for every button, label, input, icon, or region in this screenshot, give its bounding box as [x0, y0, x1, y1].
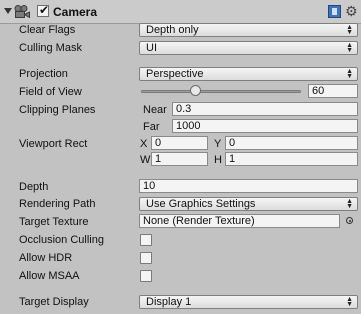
clear-flags-label: Clear Flags	[19, 24, 76, 36]
field-of-view-input[interactable]: 60	[308, 84, 358, 98]
target-icon[interactable]	[346, 217, 353, 224]
near-label: Near	[143, 104, 167, 116]
culling-mask-dropdown[interactable]: UI ▲ ▼	[139, 41, 358, 55]
viewport-rect-label: Viewport Rect	[19, 138, 88, 150]
field-of-view-slider-thumb[interactable]	[190, 85, 202, 96]
clear-flags-dropdown[interactable]: Depth only ▲ ▼	[139, 23, 358, 37]
culling-mask-value: UI	[146, 42, 157, 54]
field-of-view-slider-track[interactable]	[141, 90, 301, 93]
far-clip-value: 1000	[176, 120, 201, 132]
target-display-value: Display 1	[146, 296, 192, 308]
field-of-view-label: Field of View	[19, 86, 82, 98]
viewport-x-value: 0	[155, 137, 162, 149]
viewport-h-label: H	[214, 154, 222, 166]
foldout-arrow-icon[interactable]	[4, 8, 12, 14]
rendering-path-label: Rendering Path	[19, 198, 96, 210]
rendering-path-value: Use Graphics Settings	[146, 198, 256, 210]
viewport-w-input[interactable]: 1	[151, 152, 208, 166]
gear-icon[interactable]: ⚙	[345, 3, 358, 19]
viewport-w-label: W	[140, 154, 151, 166]
far-label: Far	[143, 121, 160, 133]
projection-label: Projection	[19, 68, 68, 80]
projection-dropdown[interactable]: Perspective ▲ ▼	[139, 67, 358, 81]
component-header: ✔ Camera ⚙	[0, 0, 361, 24]
component-title: Camera	[53, 5, 98, 19]
dropdown-arrows-icon: ▲ ▼	[346, 42, 353, 54]
target-texture-value: None (Render Texture)	[143, 215, 255, 227]
culling-mask-label: Culling Mask	[19, 42, 82, 54]
depth-value: 10	[143, 180, 156, 192]
target-display-label: Target Display	[19, 296, 89, 308]
allow-msaa-checkbox[interactable]	[140, 270, 152, 282]
field-of-view-value: 60	[312, 85, 325, 97]
viewport-x-input[interactable]: 0	[151, 136, 208, 150]
dropdown-arrows-icon: ▲ ▼	[346, 24, 353, 36]
camera-inspector-panel: ✔ Camera ⚙ Clear Flags Depth only ▲ ▼ Cul…	[0, 0, 361, 314]
check-icon: ✔	[39, 3, 50, 17]
projection-value: Perspective	[146, 68, 204, 80]
near-clip-value: 0.3	[176, 103, 192, 115]
dropdown-arrows-icon: ▲ ▼	[346, 198, 353, 210]
depth-label: Depth	[19, 181, 49, 193]
far-clip-input[interactable]: 1000	[172, 119, 358, 133]
viewport-y-input[interactable]: 0	[225, 136, 358, 150]
component-enabled-checkbox[interactable]: ✔	[37, 3, 50, 17]
depth-input[interactable]: 10	[139, 179, 358, 193]
viewport-y-value: 0	[229, 137, 236, 149]
viewport-x-label: X	[140, 138, 148, 150]
rendering-path-dropdown[interactable]: Use Graphics Settings ▲ ▼	[139, 197, 358, 211]
dropdown-arrows-icon: ▲ ▼	[346, 296, 353, 308]
viewport-h-value: 1	[229, 153, 236, 165]
target-display-dropdown[interactable]: Display 1 ▲ ▼	[139, 295, 358, 309]
viewport-h-input[interactable]: 1	[225, 152, 358, 166]
allow-hdr-checkbox[interactable]	[140, 252, 152, 264]
occlusion-culling-label: Occlusion Culling	[19, 234, 104, 246]
camera-icon	[14, 5, 30, 18]
allow-hdr-label: Allow HDR	[19, 252, 73, 264]
near-clip-input[interactable]: 0.3	[172, 102, 358, 116]
viewport-y-label: Y	[214, 138, 222, 150]
book-icon[interactable]	[328, 5, 341, 18]
viewport-w-value: 1	[155, 153, 162, 165]
clear-flags-value: Depth only	[146, 24, 199, 36]
clipping-planes-label: Clipping Planes	[19, 104, 96, 116]
occlusion-culling-checkbox[interactable]	[140, 234, 152, 246]
target-texture-field[interactable]: None (Render Texture)	[139, 214, 340, 228]
target-texture-label: Target Texture	[19, 216, 89, 228]
dropdown-arrows-icon: ▲ ▼	[346, 68, 353, 80]
allow-msaa-label: Allow MSAA	[19, 270, 80, 282]
